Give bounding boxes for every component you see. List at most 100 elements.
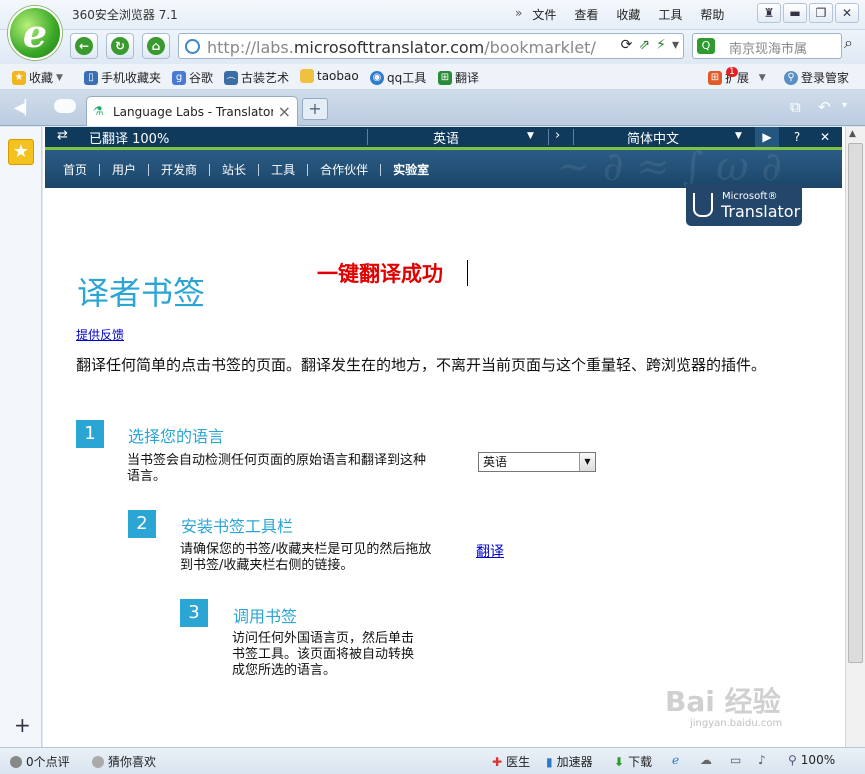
chevron-down-icon[interactable]: ▼ (527, 131, 534, 141)
refresh-button[interactable]: ↻ (106, 33, 134, 59)
search-engine-icon[interactable]: Q (697, 38, 715, 54)
skin-icon[interactable]: ♜ (757, 3, 781, 23)
web-page: ⇄ 已翻译 100% 英语 ▼ › 简体中文 ▼ ▶ ? ✕ ~ ∂ ≈ ∫ ω… (43, 127, 845, 747)
volume-icon[interactable]: ♪ (758, 753, 766, 767)
home-icon: ⌂ (147, 37, 165, 55)
nav-home[interactable]: 首页 (63, 161, 87, 178)
screen-icon[interactable]: ▭ (730, 753, 741, 767)
tab-language-labs[interactable]: ⚗ Language Labs - Translator × (86, 96, 298, 126)
navigation-bar: ← ↻ ⌂ http://labs.microsofttranslator.co… (0, 30, 865, 64)
search-icon[interactable]: ⌕ (844, 33, 862, 59)
back-button[interactable]: ← (70, 33, 98, 59)
key-icon: ⚲ (784, 70, 798, 85)
from-language-select[interactable]: 英语 (433, 128, 459, 147)
divider (573, 129, 574, 145)
status-bar: 0个点评 猜你喜欢 ✚ 医生 ▮ 加速器 ⬇ 下载 ℯ ☁ ▭ ♪ ⚲ 100% (0, 747, 865, 774)
favorites-star-icon[interactable]: ★ (8, 139, 34, 165)
search-box[interactable]: Q 南京现海市属 (692, 33, 842, 59)
qq-icon: ◉ (370, 70, 384, 85)
guess-like[interactable]: 猜你喜欢 (92, 753, 156, 770)
vertical-scrollbar[interactable]: ▲ (845, 127, 865, 747)
bookmark-qq[interactable]: ◉ qq工具 (370, 69, 426, 86)
scroll-thumb[interactable] (848, 143, 863, 663)
google-icon: g (172, 70, 186, 85)
compat-mode-icon[interactable]: ⟳ (621, 37, 633, 53)
cloud-sync-icon[interactable]: ☁ (700, 753, 712, 767)
bookmarklet-link[interactable]: 翻译 (476, 541, 504, 561)
tab-close-icon[interactable]: × (278, 102, 291, 121)
nav-tools[interactable]: 工具 (271, 161, 295, 178)
address-dropdown-icon[interactable]: ▾ (672, 37, 679, 53)
chevron-down-icon: ▼ (758, 72, 766, 83)
menu-file[interactable]: 文件 (532, 6, 556, 23)
menu-view[interactable]: 查看 (574, 6, 598, 23)
ie-mode-icon[interactable]: ℯ (672, 753, 679, 767)
bookmark-guzhuang[interactable]: ෴ 古装艺术 (224, 69, 289, 86)
bookmark-translate[interactable]: ⊞ 翻译 (438, 69, 479, 86)
menu-favorites[interactable]: 收藏 (616, 6, 640, 23)
window-title: 360安全浏览器 7.1 (72, 8, 178, 22)
maximize-button[interactable]: ❐ (809, 3, 833, 23)
step-1-desc: 当书签会自动检测任何页面的原始语言和翻译到这种语言。 (127, 453, 427, 484)
restore-tab-icon[interactable]: ⧉ (790, 98, 801, 116)
language-select[interactable]: 英语 ▼ (478, 452, 596, 472)
extension-icon: ⊞ (708, 70, 722, 85)
nav-labs[interactable]: 实验室 (393, 161, 429, 178)
login-manager[interactable]: ⚲ 登录管家 (784, 69, 849, 86)
search-input[interactable]: 南京现海市属 (729, 38, 813, 57)
extensions-menu[interactable]: ⊞ 扩展 1 ▼ (708, 66, 766, 86)
scroll-up-icon[interactable]: ▲ (849, 129, 856, 139)
accelerator-button[interactable]: ▮ 加速器 (546, 753, 593, 770)
feedback-link[interactable]: 提供反馈 (76, 326, 124, 343)
sidebar-toggle-icon[interactable]: ◀▏ (14, 100, 36, 116)
close-button[interactable]: ✕ (835, 3, 859, 23)
bookmark-mobile[interactable]: ▯ 手机收藏夹 (84, 69, 161, 86)
site-header: ~ ∂ ≈ ∫ ω ∂ 首页 用户 开发商 站长 工具 合作伙伴 实验室 (45, 144, 842, 190)
undo-close-icon[interactable]: ↶ (818, 98, 831, 116)
swap-arrow-icon[interactable]: › (555, 128, 560, 143)
help-button[interactable]: ? (785, 127, 809, 147)
sidebar: ★ + (0, 127, 42, 747)
comments-status[interactable]: 0个点评 (10, 753, 70, 770)
address-bar[interactable]: http://labs.microsofttranslator.com/book… (178, 33, 684, 59)
minimize-button[interactable]: ▬ (783, 3, 807, 23)
home-button[interactable]: ⌂ (142, 33, 170, 59)
bookmark-google[interactable]: g 谷歌 (172, 69, 213, 86)
site-icon: ෴ (224, 70, 238, 85)
chevron-down-icon[interactable]: ▼ (735, 131, 742, 141)
url-text[interactable]: http://labs.microsofttranslator.com/book… (207, 38, 596, 57)
doctor-button[interactable]: ✚ 医生 (492, 753, 530, 770)
tab-menu-chevron-icon[interactable]: ▾ (842, 100, 847, 111)
translate-toggle-icon[interactable]: ⇄ (57, 128, 68, 143)
tab-title: Language Labs - Translator (113, 105, 273, 119)
microsoft-translator-logo: Microsoft® Translator (686, 184, 802, 226)
step-3-desc: 访问任何外国语言页，然后单击书签工具。该页面将被自动转换成您所选的语言。 (232, 631, 415, 678)
cloud-icon[interactable] (54, 99, 76, 113)
bookmark-taobao[interactable]: taobao (300, 69, 359, 83)
baidu-watermark: Bai 经验 (665, 685, 781, 718)
chevron-down-icon[interactable]: ▼ (579, 453, 595, 471)
menu-help[interactable]: 帮助 (700, 6, 724, 23)
nav-developers[interactable]: 开发商 (161, 161, 197, 178)
menu-tools[interactable]: 工具 (658, 6, 682, 23)
zoom-icon: ⚲ (788, 753, 797, 767)
new-tab-button[interactable]: + (302, 98, 328, 120)
close-translator-button[interactable]: ✕ (813, 127, 837, 147)
add-sidebar-icon[interactable]: + (14, 713, 31, 737)
nav-partners[interactable]: 合作伙伴 (320, 161, 368, 178)
phone-icon: ▯ (84, 70, 98, 85)
share-icon[interactable]: ⇗ (638, 37, 650, 53)
nav-users[interactable]: 用户 (112, 161, 136, 178)
zoom-level[interactable]: ⚲ 100% (788, 753, 835, 767)
download-icon: ⬇ (614, 754, 625, 769)
nav-webmasters[interactable]: 站长 (222, 161, 246, 178)
bookmarks-bar: ★ 收藏 ▼ ▯ 手机收藏夹 g 谷歌 ෴ 古装艺术 taobao ◉ qq工具 ⊞ 翻译 ⊞… (0, 64, 865, 90)
step-1-title: 选择您的语言 (128, 427, 225, 446)
speed-mode-icon[interactable]: ⚡ (656, 37, 666, 53)
badge-translator: Translator (721, 202, 801, 221)
download-button[interactable]: ⬇ 下载 (614, 753, 652, 770)
translator-tab-icon: ⚗ (93, 104, 104, 118)
globe-icon (185, 39, 200, 54)
favorites-menu[interactable]: ★ 收藏 ▼ (12, 69, 63, 86)
menu-overflow-icon[interactable]: » (515, 6, 522, 23)
